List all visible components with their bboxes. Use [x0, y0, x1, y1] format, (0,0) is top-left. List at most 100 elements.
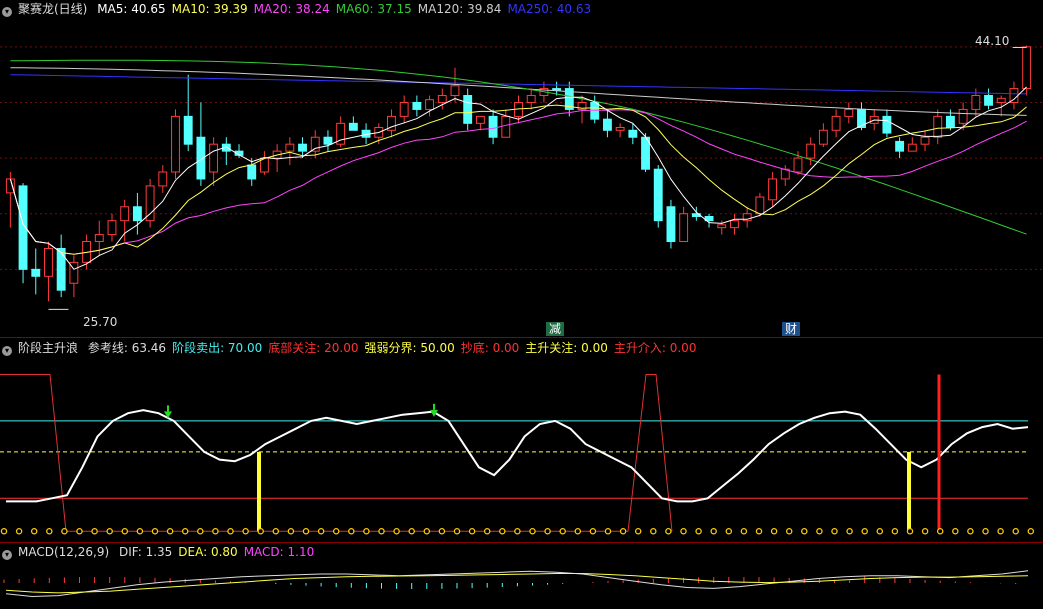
candle-body [933, 115, 943, 138]
status-dot [650, 528, 657, 535]
status-dot [468, 528, 476, 535]
status-dot [257, 528, 264, 535]
status-dot [1012, 528, 1019, 535]
candle-body [907, 143, 917, 152]
status-dot [801, 528, 808, 535]
status-dot [0, 528, 8, 535]
candle-body [653, 168, 663, 222]
candle-body [31, 268, 41, 277]
candle-body [1022, 46, 1032, 90]
candle-body [501, 115, 511, 138]
status-dot [181, 528, 189, 535]
status-dot [348, 528, 355, 535]
candle-body [94, 234, 104, 243]
candle-body [463, 95, 473, 124]
candle-body [5, 178, 15, 194]
panel-menu-icon[interactable]: ▾ [2, 346, 12, 356]
status-dot [785, 528, 793, 535]
candle-body [755, 196, 765, 215]
candle-body [920, 136, 930, 145]
status-dot [589, 528, 597, 535]
macd-title: MACD(12,26,9) [18, 545, 110, 559]
status-dot [30, 528, 38, 535]
macd-chart[interactable] [0, 561, 1043, 609]
candle-body [844, 108, 854, 117]
candle-body [475, 115, 485, 124]
status-dot [619, 528, 627, 535]
status-dot [106, 528, 113, 535]
candle-body [450, 85, 460, 97]
status-dot [710, 528, 717, 535]
status-dot [453, 528, 461, 535]
legend-item: 底部关注: 20.00 [268, 341, 359, 355]
indicator-legend: 参考线: 63.46 阶段卖出: 70.00 底部关注: 20.00 强弱分界: 50… [88, 341, 703, 355]
candle-body [628, 129, 638, 138]
status-dot [574, 528, 582, 535]
panel-menu-icon[interactable]: ▾ [2, 550, 12, 560]
indicator-title: 阶段主升浪 [18, 341, 79, 355]
candle-body [348, 122, 358, 131]
candle-body [285, 143, 295, 152]
legend-item: 主升介入: 0.00 [613, 341, 697, 355]
price-chart[interactable] [0, 18, 1043, 338]
legend-item: MA10: 39.39 [171, 2, 248, 16]
indicator-chart[interactable] [0, 357, 1043, 542]
status-dot [680, 528, 687, 535]
legend-item: 主升关注: 0.00 [525, 341, 608, 355]
candle-body [310, 136, 320, 152]
marker-reduce[interactable]: 减 [546, 322, 565, 336]
candle-body [56, 247, 66, 291]
status-dot [755, 528, 763, 535]
candle-body [107, 220, 117, 236]
candle-body [717, 224, 727, 229]
status-dot [227, 528, 234, 535]
status-dot [740, 528, 748, 535]
ma250-line [10, 74, 1027, 95]
candle-body [615, 127, 625, 131]
status-dot [393, 528, 400, 535]
candle-body [132, 206, 142, 222]
candle-body [323, 136, 333, 145]
candle-body [425, 99, 435, 110]
status-dot [1027, 528, 1035, 535]
main-panel-header: ▾ 聚赛龙(日线) MA5: 40.65 MA10: 39.39 MA20: 38.2… [0, 0, 603, 18]
candle-body [120, 206, 130, 222]
status-dot [891, 528, 899, 535]
panel-menu-icon[interactable]: ▾ [2, 7, 12, 17]
legend-item: MA120: 39.84 [417, 2, 502, 16]
status-dot [197, 528, 204, 535]
candle-body [171, 115, 180, 173]
status-dot [559, 528, 566, 535]
status-dot [15, 528, 23, 535]
status-dot [604, 528, 612, 535]
status-dot [363, 528, 370, 535]
status-dot [514, 528, 521, 535]
status-dot [91, 528, 98, 535]
candle-body [958, 108, 968, 124]
status-dot [151, 528, 159, 535]
status-dot [906, 528, 914, 535]
status-dot [121, 528, 129, 535]
candle-body [984, 95, 993, 106]
status-dot [967, 528, 974, 535]
status-dot [378, 528, 385, 535]
macd-legend: DIF: 1.35 DEA: 0.80 MACD: 1.10 [119, 545, 320, 559]
status-dot [816, 528, 823, 535]
candle-body [768, 178, 778, 201]
marker-finance[interactable]: 财 [782, 322, 801, 336]
status-dot [242, 528, 249, 535]
candle-body [44, 247, 53, 277]
status-dot [725, 528, 733, 535]
status-dot [408, 528, 415, 535]
status-dot [982, 528, 989, 535]
candle-body [730, 220, 739, 229]
status-dot [499, 528, 506, 535]
status-dot [529, 528, 536, 535]
candle-body [996, 97, 1006, 103]
candle-body [831, 115, 841, 131]
candle-body [1009, 88, 1019, 103]
legend-item: 参考线: 63.46 [87, 341, 167, 355]
candle-body [399, 101, 409, 117]
legend-item: MA20: 38.24 [253, 2, 330, 16]
status-dot [997, 528, 1004, 535]
